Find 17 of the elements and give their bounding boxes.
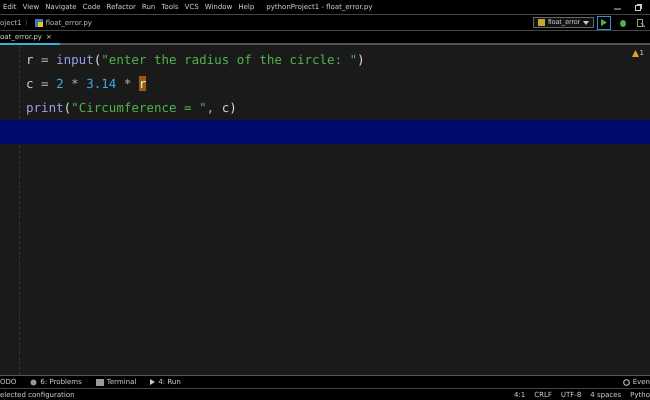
python-icon [538, 19, 546, 26]
coverage-button[interactable] [635, 16, 647, 28]
code-line: c = 2 * 3.14 * r [25, 75, 146, 93]
code-line: r = input("enter the radius of the circle: ") [25, 51, 365, 69]
restore-icon[interactable] [635, 4, 642, 10]
terminal-icon [96, 378, 104, 386]
problems-icon [30, 378, 38, 386]
python-file-icon [34, 18, 43, 26]
coverage-icon [637, 18, 645, 26]
event-log-icon [622, 378, 630, 386]
warning-icon[interactable] [632, 50, 639, 56]
play-icon [601, 19, 607, 26]
caret-icon [583, 20, 589, 24]
code-line: print("Circumference = ", c) [25, 99, 237, 117]
run-button[interactable] [597, 16, 611, 30]
bug-icon [619, 18, 627, 26]
play-icon [150, 379, 156, 385]
